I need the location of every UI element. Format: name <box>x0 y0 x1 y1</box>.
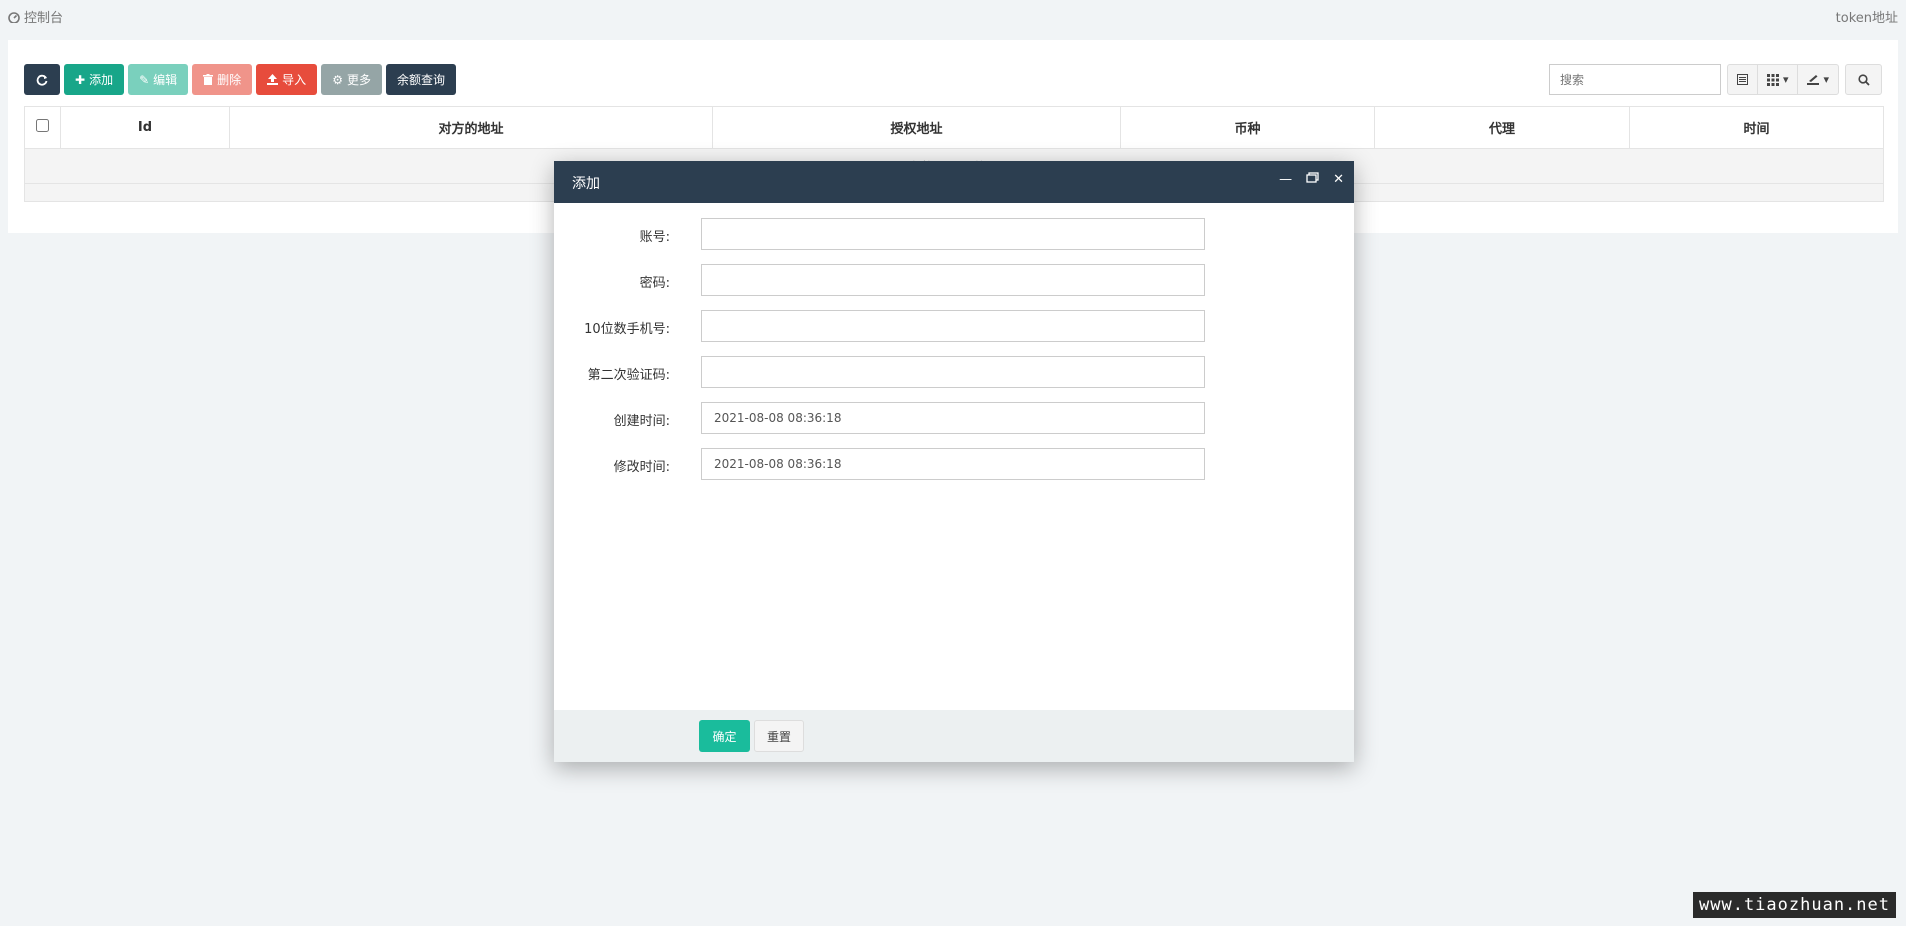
dialog-title: 添加 <box>572 176 600 192</box>
form-row-created-time: 创建时间: <box>554 402 1354 434</box>
form-row-updated-time: 修改时间: <box>554 448 1354 480</box>
account-label: 账号: <box>639 230 670 245</box>
dialog-form: 账号: 密码: 10位数手机号: 第二次验证码: 创建时间: 修改时间: <box>554 203 1354 710</box>
form-row-account: 账号: <box>554 218 1354 250</box>
created-time-label: 创建时间: <box>613 414 670 429</box>
add-dialog: 添加 — ✕ 账号: 密码: 10位数手机号: 第二次验证码: 创建时间: 20… <box>554 161 1354 762</box>
dialog-window-controls: — ✕ <box>1279 172 1344 187</box>
form-row-phone: 10位数手机号: <box>554 310 1354 342</box>
confirm-button[interactable]: 确定 <box>699 720 750 752</box>
dialog-header: 添加 — ✕ <box>554 161 1354 203</box>
phone-label: 10位数手机号: <box>584 322 670 337</box>
account-field[interactable] <box>701 218 1205 250</box>
created-time-field[interactable] <box>701 402 1205 434</box>
second-code-label: 第二次验证码: <box>587 368 670 383</box>
reset-button[interactable]: 重置 <box>754 720 804 752</box>
second-code-field[interactable] <box>701 356 1205 388</box>
dialog-footer: 确定 重置 <box>554 710 1354 762</box>
updated-time-field[interactable] <box>701 448 1205 480</box>
watermark: www.tiaozhuan.net <box>1693 892 1896 918</box>
form-row-password: 密码: <box>554 264 1354 296</box>
form-row-second-code: 第二次验证码: <box>554 356 1354 388</box>
password-field[interactable] <box>701 264 1205 296</box>
phone-field[interactable] <box>701 310 1205 342</box>
updated-time-label: 修改时间: <box>613 460 670 475</box>
minimize-icon[interactable]: — <box>1279 172 1292 187</box>
maximize-icon[interactable] <box>1306 172 1319 184</box>
close-icon[interactable]: ✕ <box>1333 172 1344 187</box>
password-label: 密码: <box>639 276 670 291</box>
